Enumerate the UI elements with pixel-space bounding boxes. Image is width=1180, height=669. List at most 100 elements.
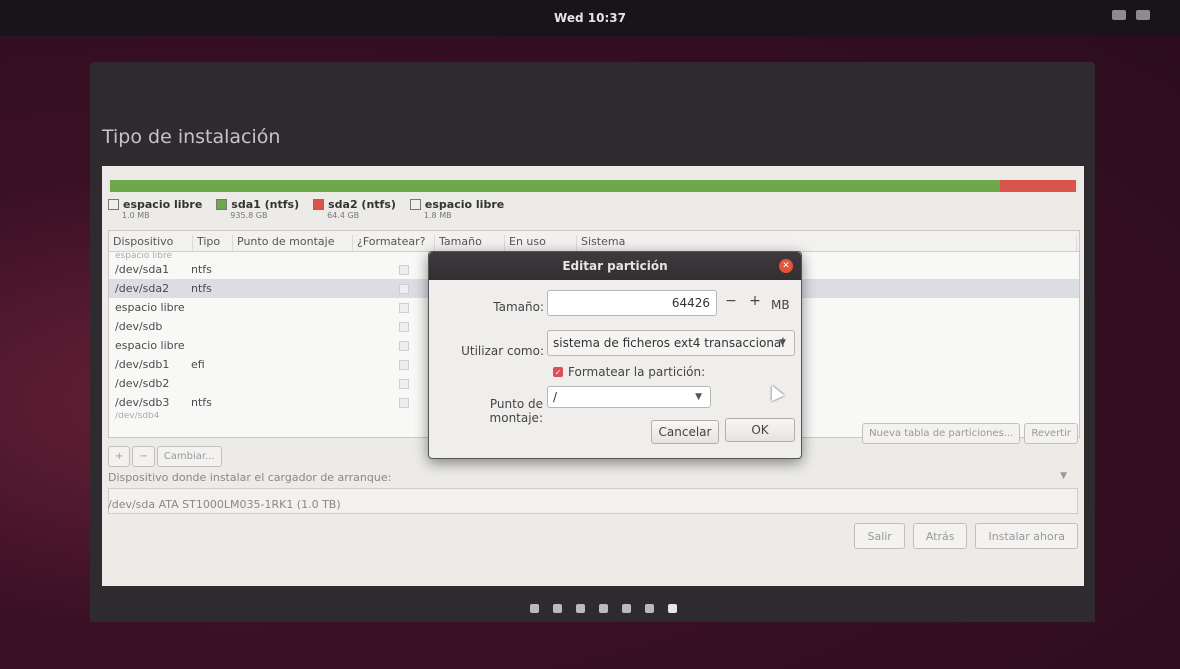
progress-dot (530, 604, 539, 613)
filesystem-value: sistema de ficheros ext4 transaccional (553, 336, 785, 350)
progress-dot (645, 604, 654, 613)
partition-segment (1000, 180, 1077, 192)
device-cell: espacio libre (115, 252, 173, 260)
format-checkbox[interactable] (399, 283, 409, 294)
install-now-button[interactable]: Instalar ahora (975, 523, 1078, 549)
legend-swatch-icon (108, 199, 119, 210)
legend-item: sda2 (ntfs) 64.4 GB (313, 198, 396, 220)
progress-dot (553, 604, 562, 613)
add-partition-button[interactable]: + (108, 446, 131, 467)
size-decrease-button[interactable]: − (721, 293, 741, 309)
column-header[interactable]: Punto de montaje (233, 235, 353, 251)
legend-size: 1.0 MB (122, 211, 150, 220)
legend-label: sda1 (ntfs) (231, 198, 300, 211)
legend-item: espacio libre 1.8 MB (409, 198, 505, 220)
format-checkbox[interactable] (399, 378, 409, 389)
edit-partition-dialog: Editar partición ✕ Tamaño: 64426 − + MB … (428, 251, 802, 459)
desktop: Wed 10:37 Tipo de instalación espacio li… (0, 0, 1180, 669)
column-header[interactable]: Tipo (193, 235, 233, 251)
chevron-down-icon: ▼ (695, 392, 702, 402)
legend-label: sda2 (ntfs) (328, 198, 396, 211)
column-header[interactable]: ¿Formatear? (353, 235, 435, 251)
legend-label: espacio libre (424, 198, 505, 211)
type-cell: ntfs (191, 263, 212, 276)
column-header[interactable]: Sistema (577, 235, 1077, 251)
dialog-header: Editar partición ✕ (429, 252, 801, 280)
mount-point-label: Punto de montaje: (489, 397, 543, 425)
device-cell: /dev/sdb3 (115, 396, 170, 409)
format-checkbox[interactable] (399, 397, 409, 408)
table-controls: + − Cambiar... (108, 446, 222, 467)
format-checkbox[interactable]: ✓ (553, 367, 563, 377)
size-input[interactable]: 64426 (547, 290, 717, 316)
progress-dot (599, 604, 608, 613)
column-header[interactable]: Tamaño (435, 235, 505, 251)
format-label: Formatear la partición: (568, 365, 706, 379)
format-checkbox[interactable] (399, 264, 409, 275)
legend-size: 935.8 GB (230, 211, 268, 220)
progress-dot (622, 604, 631, 613)
table-header: Dispositivo Tipo Punto de montaje ¿Formatea… (109, 231, 1079, 252)
navigation-buttons: Salir Atrás Instalar ahora (854, 523, 1078, 549)
size-unit: MB (771, 298, 790, 312)
chevron-down-icon: ▼ (779, 338, 786, 348)
legend-size: 64.4 GB (327, 211, 360, 220)
partition-bar (108, 180, 1078, 192)
back-button[interactable]: Atrás (912, 523, 968, 549)
cancel-button[interactable]: Cancelar (651, 420, 719, 444)
format-checkbox[interactable] (399, 359, 409, 370)
column-header[interactable]: Dispositivo (109, 235, 193, 251)
table-actions: Nueva tabla de particiones... Revertir (862, 423, 1078, 444)
legend-swatch-icon (216, 199, 228, 210)
legend-item: espacio libre 1.0 MB (108, 198, 202, 220)
chevron-down-icon: ▼ (1060, 471, 1067, 481)
ok-button[interactable]: OK (725, 418, 795, 442)
page-title: Tipo de instalación (102, 126, 281, 148)
filesystem-select[interactable]: sistema de ficheros ext4 transaccional ▼ (547, 330, 795, 356)
change-partition-button[interactable]: Cambiar... (156, 446, 222, 467)
mount-point-select[interactable]: / ▼ (547, 386, 711, 408)
partition-segment (1076, 180, 1078, 192)
clock[interactable]: Wed 10:37 (554, 11, 626, 25)
partition-legend: espacio libre 1.0 MB sda1 (ntfs) 935.8 GB sd… (108, 198, 504, 220)
format-checkbox[interactable] (399, 340, 409, 351)
bootloader-label: Dispositivo donde instalar el cargador d… (108, 471, 392, 484)
size-value: 64426 (671, 296, 710, 310)
device-cell: /dev/sda2 (115, 282, 170, 295)
legend-swatch-icon (313, 199, 325, 210)
legend-label: espacio libre (123, 198, 203, 211)
use-as-label: Utilizar como: (461, 344, 544, 358)
partition-segment (109, 180, 1001, 192)
device-cell: /dev/sdb2 (115, 377, 170, 390)
device-cell: /dev/sdb4 (115, 412, 160, 420)
size-increase-button[interactable]: + (745, 293, 765, 309)
column-header[interactable]: En uso (505, 235, 577, 251)
legend-swatch-icon (409, 199, 421, 210)
system-tray[interactable] (1112, 10, 1150, 20)
device-cell: espacio libre (115, 339, 185, 352)
size-label: Tamaño: (493, 300, 544, 314)
quit-button[interactable]: Salir (854, 523, 905, 549)
progress-dot (576, 604, 585, 613)
device-cell: /dev/sdb1 (115, 358, 170, 371)
remove-partition-button[interactable]: − (132, 446, 155, 467)
top-bar: Wed 10:37 (0, 0, 1180, 36)
new-partition-table-button[interactable]: Nueva tabla de particiones... (862, 423, 1021, 444)
format-checkbox-row[interactable]: ✓ Formatear la partición: (553, 365, 705, 379)
power-icon[interactable] (1136, 10, 1150, 20)
type-cell: ntfs (191, 396, 212, 409)
dialog-title: Editar partición (562, 259, 668, 273)
device-cell: /dev/sdb (115, 320, 163, 333)
legend-item: sda1 (ntfs) 935.8 GB (216, 198, 299, 220)
format-checkbox[interactable] (399, 321, 409, 332)
format-checkbox[interactable] (399, 302, 409, 313)
close-icon[interactable]: ✕ (779, 259, 793, 273)
device-cell: espacio libre (115, 301, 185, 314)
bootloader-value[interactable]: /dev/sda ATA ST1000LM035-1RK1 (1.0 TB) (108, 498, 341, 511)
progress-dots (530, 604, 677, 613)
device-cell: /dev/sda1 (115, 263, 170, 276)
network-icon[interactable] (1112, 10, 1126, 20)
legend-size: 1.8 MB (423, 211, 452, 220)
revert-button[interactable]: Revertir (1024, 423, 1078, 444)
type-cell: efi (191, 358, 205, 371)
